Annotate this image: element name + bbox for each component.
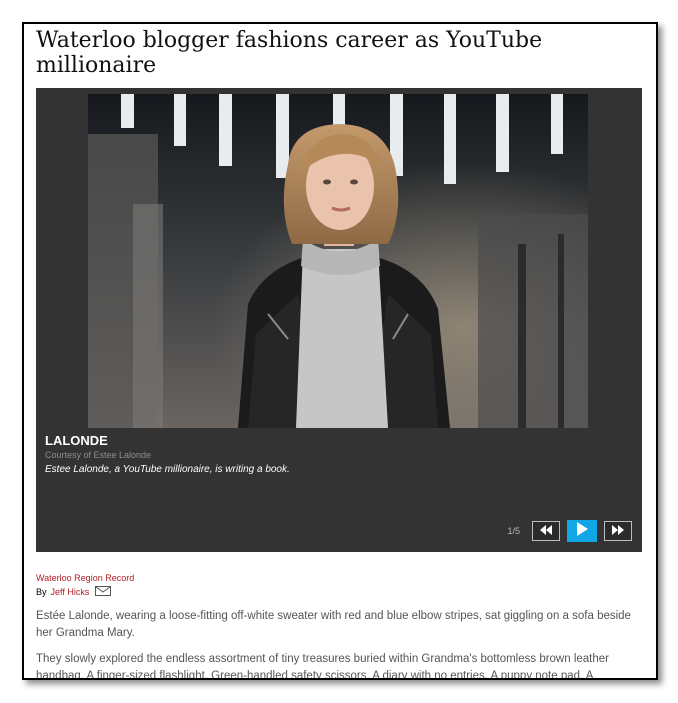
article-body: Estée Lalonde, wearing a loose-fitting o… bbox=[36, 608, 642, 680]
fast-forward-icon bbox=[611, 522, 625, 540]
byline: By Jeff Hicks bbox=[36, 586, 134, 598]
caption-title: LALONDE bbox=[45, 433, 108, 448]
article-meta: Waterloo Region Record By Jeff Hicks bbox=[36, 573, 134, 598]
article-frame: Waterloo blogger fashions career as YouT… bbox=[22, 22, 658, 680]
photo-caption: Estee Lalonde, a YouTube millionaire, is… bbox=[45, 464, 290, 475]
rewind-icon bbox=[539, 522, 553, 540]
envelope-icon[interactable] bbox=[95, 586, 112, 598]
gallery-photo[interactable] bbox=[88, 94, 588, 428]
gallery-controls: 1/5 bbox=[507, 520, 632, 542]
photo-gallery: LALONDE Courtesy of Estee Lalonde Estee … bbox=[36, 88, 642, 552]
paragraph: They slowly explored the endless assortm… bbox=[36, 653, 609, 680]
author-link[interactable]: Jeff Hicks bbox=[51, 587, 90, 597]
paragraph: Estée Lalonde, wearing a loose-fitting o… bbox=[36, 610, 631, 639]
slide-counter: 1/5 bbox=[507, 526, 520, 536]
play-button[interactable] bbox=[567, 520, 597, 542]
next-button[interactable] bbox=[604, 521, 632, 541]
play-icon bbox=[576, 521, 588, 541]
article-headline: Waterloo blogger fashions career as YouT… bbox=[36, 28, 543, 78]
previous-button[interactable] bbox=[532, 521, 560, 541]
by-label: By bbox=[36, 587, 47, 597]
source-link[interactable]: Waterloo Region Record bbox=[36, 573, 134, 583]
photo-credit: Courtesy of Estee Lalonde bbox=[45, 450, 152, 460]
